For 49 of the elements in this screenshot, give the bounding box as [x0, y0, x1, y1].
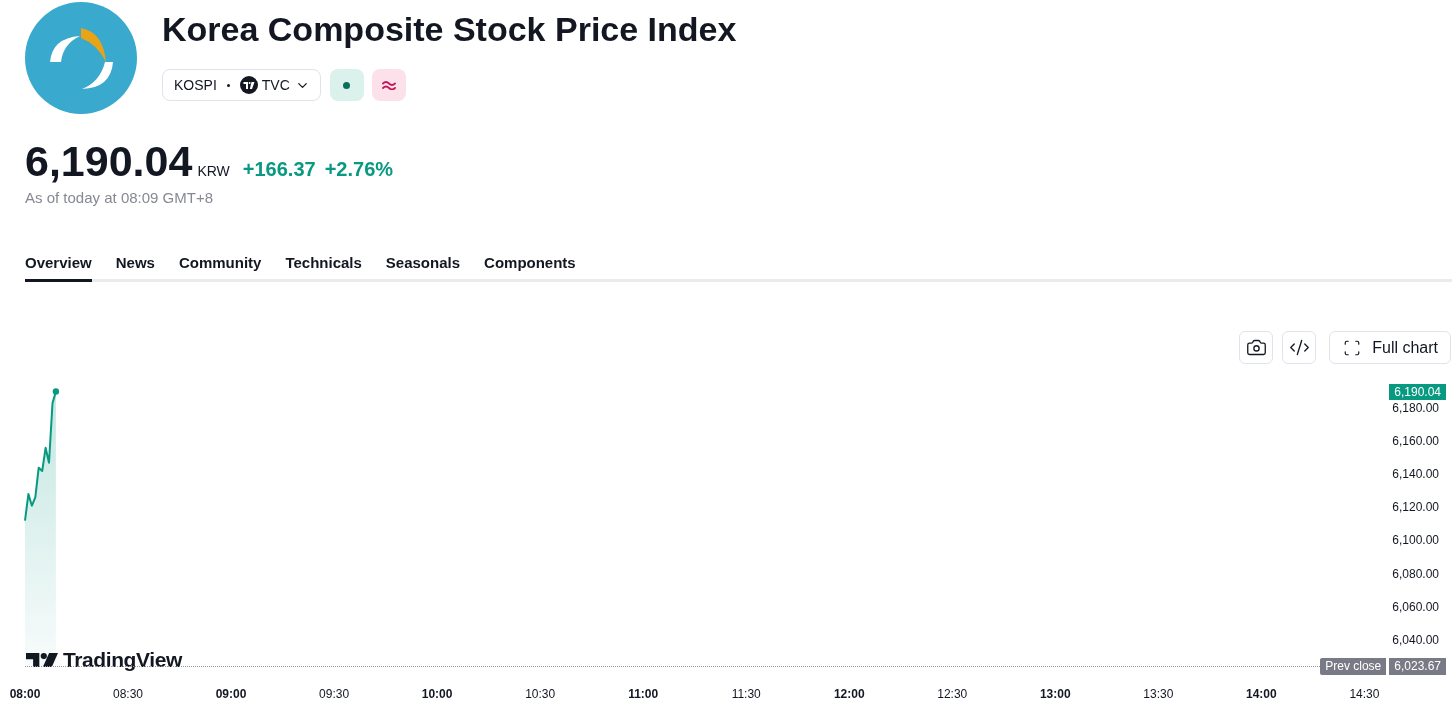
last-price-label: 6,190.04 — [1389, 383, 1446, 400]
x-axis-label: 11:00 — [628, 686, 659, 702]
full-chart-button[interactable]: Full chart — [1329, 331, 1451, 364]
prev-close-value: 6,023.67 — [1389, 658, 1446, 676]
y-axis-label: 6,120.00 — [1392, 499, 1439, 516]
x-axis-label: 08:00 — [9, 686, 41, 702]
exchange-logo-icon — [239, 76, 258, 94]
brand-name[interactable]: TradingView — [63, 649, 182, 670]
y-axis-label: 6,040.00 — [1392, 631, 1439, 648]
y-axis-label: 6,180.00 — [1392, 400, 1439, 417]
x-axis-label: 12:00 — [833, 686, 865, 702]
x-axis-label: 10:00 — [421, 686, 453, 702]
y-axis-label: 6,100.00 — [1392, 532, 1439, 549]
tab[interactable]: News — [115, 253, 155, 282]
prev-close-label: Prev close — [1320, 658, 1387, 676]
brand-mark-icon — [26, 652, 58, 667]
x-axis-label: 09:00 — [215, 686, 247, 702]
expand-icon — [1343, 338, 1362, 357]
x-axis-label: 13:30 — [1143, 686, 1174, 702]
price-change: +166.37 — [242, 157, 316, 182]
tab[interactable]: Technicals — [285, 253, 362, 282]
tab[interactable]: Community — [178, 253, 262, 282]
x-axis-label: 08:30 — [113, 686, 144, 702]
y-axis-label: 6,140.00 — [1392, 466, 1439, 483]
x-axis-label: 11:30 — [731, 686, 761, 702]
tab[interactable]: Components — [484, 253, 576, 282]
x-axis-label: 14:30 — [1349, 686, 1380, 702]
wavy-lines-icon[interactable] — [371, 69, 406, 101]
last-point-icon — [52, 388, 60, 395]
x-axis-label: 13:00 — [1039, 686, 1071, 702]
price-value: 6,190.04 — [25, 140, 193, 183]
y-axis-label: 6,060.00 — [1392, 598, 1439, 615]
timestamp-text: As of today at 08:09 GMT+8 — [25, 188, 214, 208]
percent-change: +2.76% — [324, 157, 394, 182]
embed-code-button[interactable] — [1282, 331, 1317, 364]
code-icon — [1288, 337, 1310, 358]
tab[interactable]: Overview — [25, 253, 92, 282]
x-axis-label: 09:30 — [319, 686, 350, 702]
currency-label: KRW — [197, 162, 230, 181]
camera-icon — [1245, 337, 1267, 358]
page-title: Korea Composite Stock Price Index — [162, 9, 737, 49]
tab[interactable]: Seasonals — [385, 253, 461, 282]
y-axis-label: 6,160.00 — [1392, 433, 1439, 450]
x-axis-label: 10:30 — [525, 686, 556, 702]
y-axis-label: 6,080.00 — [1392, 565, 1439, 582]
x-axis-label: 12:30 — [937, 686, 968, 702]
symbol-selector[interactable]: KOSPI TVC — [162, 69, 321, 101]
camera-button[interactable] — [1239, 331, 1274, 364]
x-axis-label: 14:00 — [1246, 686, 1277, 702]
